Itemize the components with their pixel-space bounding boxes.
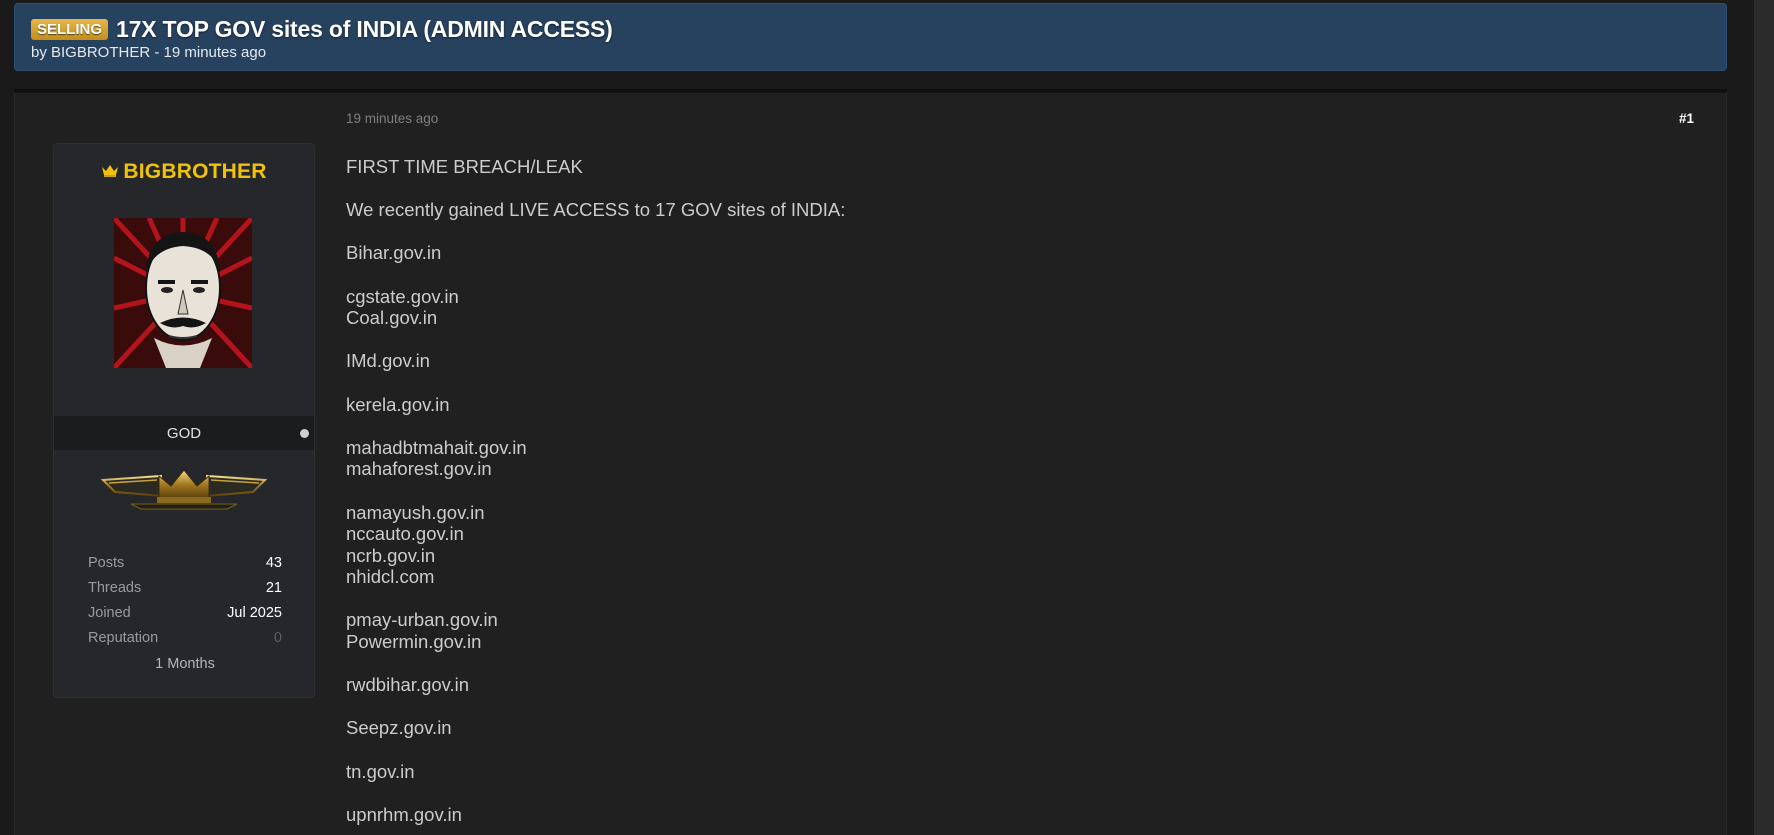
author-tenure: 1 Months — [155, 656, 215, 672]
author-stats: Posts 43 Threads 21 Joined Jul 2025 Repu… — [88, 555, 282, 672]
stat-value[interactable]: 0 — [274, 630, 282, 655]
crown-icon — [102, 164, 119, 177]
author-rank: GOD — [166, 425, 202, 442]
page: SELLING 17X TOP GOV sites of INDIA (ADMI… — [0, 0, 1774, 835]
post-paragraph: We recently gained LIVE ACCESS to 17 GOV… — [346, 199, 1646, 221]
post-paragraph: kerela.gov.in — [346, 394, 1646, 416]
stat-label: Threads — [88, 580, 142, 596]
stat-label: Reputation — [88, 630, 159, 646]
stat-value: 43 — [265, 555, 282, 571]
stat-row-joined: Joined Jul 2025 — [88, 605, 282, 630]
author-avatar[interactable] — [114, 218, 252, 368]
post-line: cgstate.gov.in — [346, 285, 459, 307]
post-paragraph: namayush.gov.in nccauto.gov.in ncrb.gov.in… — [346, 502, 1646, 588]
post-line: kerela.gov.in — [346, 393, 450, 415]
post-line: pmay-urban.gov.in — [346, 609, 498, 631]
post-line: Coal.gov.in — [346, 307, 438, 329]
post-permalink-number[interactable]: #1 — [1660, 111, 1694, 126]
post-line: Powermin.gov.in — [346, 631, 482, 653]
post-line: namayush.gov.in — [346, 501, 485, 523]
online-status-icon — [300, 429, 309, 438]
crown-wings-emblem-icon — [101, 469, 267, 510]
page-scrollbar[interactable] — [1754, 0, 1774, 835]
post-date[interactable]: 19 minutes ago — [346, 111, 438, 126]
thread-prefix-badge[interactable]: SELLING — [31, 18, 109, 40]
post-paragraph: FIRST TIME BREACH/LEAK — [346, 156, 1646, 178]
post-paragraph: IMd.gov.in — [346, 350, 1646, 372]
stat-value: Jul 2025 — [227, 605, 282, 621]
post-paragraph: mahadbtmahait.gov.in mahaforest.gov.in — [346, 437, 1646, 480]
post-line: nccauto.gov.in — [346, 523, 464, 545]
post-paragraph: Seepz.gov.in — [346, 717, 1646, 739]
stat-row-reputation: Reputation 0 — [88, 630, 282, 655]
post-paragraph: upnrhm.gov.in — [346, 804, 1646, 826]
post-line: nhidcl.com — [346, 566, 435, 588]
author-username-link[interactable]: BIGBROTHER — [54, 160, 314, 184]
thread-title-row: SELLING 17X TOP GOV sites of INDIA (ADMI… — [31, 16, 1710, 42]
post-paragraph: rwdbihar.gov.in — [346, 674, 1646, 696]
stat-label: Joined — [88, 605, 131, 621]
post-line: tn.gov.in — [346, 760, 415, 782]
post-paragraph: Bihar.gov.in — [346, 242, 1646, 264]
post-paragraph: pmay-urban.gov.in Powermin.gov.in — [346, 609, 1646, 652]
post-line: FIRST TIME BREACH/LEAK — [346, 156, 583, 177]
post-line: Seepz.gov.in — [346, 717, 452, 739]
thread-byline: by BIGBROTHER - 19 minutes ago — [31, 44, 267, 61]
stat-value: 21 — [265, 580, 282, 596]
author-username: BIGBROTHER — [123, 160, 267, 183]
post-line: IMd.gov.in — [346, 350, 430, 372]
stat-row-threads: Threads 21 — [88, 580, 282, 605]
author-rank-bar: GOD — [54, 416, 314, 450]
post-line: mahaforest.gov.in — [346, 458, 492, 480]
post-body: FIRST TIME BREACH/LEAK We recently gained… — [346, 156, 1646, 835]
post-line: Bihar.gov.in — [346, 242, 442, 264]
thread-title: 17X TOP GOV sites of INDIA (ADMIN ACCESS… — [116, 15, 613, 42]
post-paragraph: cgstate.gov.in Coal.gov.in — [346, 286, 1646, 329]
stat-row-posts: Posts 43 — [88, 555, 282, 580]
post-line: ncrb.gov.in — [346, 544, 436, 566]
avatar-image — [114, 218, 252, 368]
post-line: upnrhm.gov.in — [346, 803, 462, 825]
post-line: rwdbihar.gov.in — [346, 674, 470, 696]
post-line: mahadbtmahait.gov.in — [346, 436, 527, 458]
post-paragraph: tn.gov.in — [346, 761, 1646, 783]
thread-header: SELLING 17X TOP GOV sites of INDIA (ADMI… — [14, 3, 1727, 71]
author-card: BIGBROTHER GOD Posts 43 Threads 21 Joine… — [53, 143, 315, 698]
stat-label: Posts — [88, 555, 125, 571]
post-line: We recently gained LIVE ACCESS to 17 GOV… — [346, 199, 846, 221]
